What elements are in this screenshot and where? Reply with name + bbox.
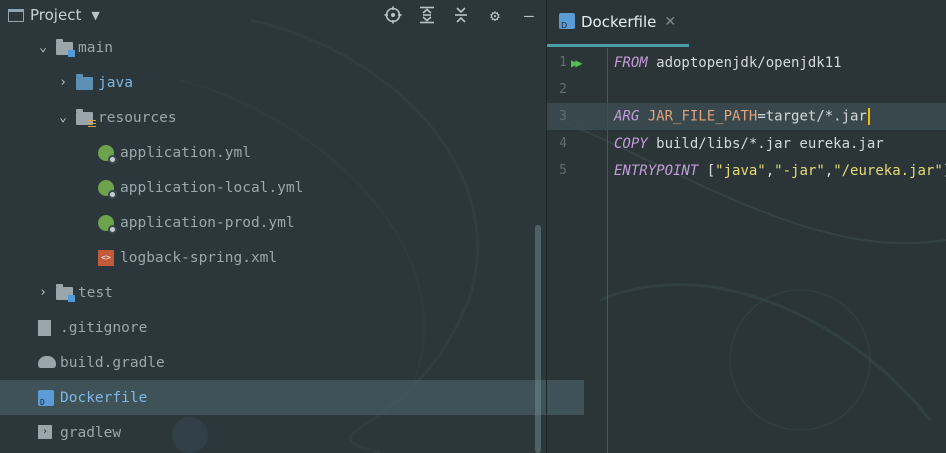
spring-yml-icon [98, 144, 117, 164]
tree-item-label: application.yml [120, 144, 251, 161]
tree-item-label: resources [98, 109, 177, 126]
tree-item-label: logback-spring.xml [120, 249, 278, 266]
text-cursor [867, 108, 870, 125]
code-line-4[interactable]: 4 COPY build/libs/*.jar eureka.jar [547, 130, 946, 157]
code-text: ARG JAR_FILE_PATH=target/*.jar [614, 108, 870, 125]
chevron-down-icon[interactable]: ⌄ [36, 40, 50, 55]
crosshair-icon [384, 6, 402, 24]
expand-all-icon [420, 6, 434, 24]
settings-button[interactable]: ⚙ [478, 0, 512, 30]
line-number: 5 [559, 163, 567, 178]
tab-label: Dockerfile [581, 13, 657, 31]
line-number: 3 [559, 109, 567, 124]
line-number: 4 [559, 136, 567, 151]
tree-item-main[interactable]: ⌄ main [0, 30, 582, 65]
docker-file-icon [38, 389, 56, 407]
hide-panel-button[interactable]: — [512, 0, 546, 30]
project-panel-header: Project ▼ ⚙ — [0, 0, 546, 30]
tree-item-gradlew[interactable]: › gradlew [0, 415, 584, 450]
tree-item-dockerfile[interactable]: Dockerfile [0, 380, 584, 415]
editor-pane: Dockerfile ✕ 1 ▶▶ FROM adoptopenjdk/open… [547, 0, 946, 453]
code-line-1[interactable]: 1 ▶▶ FROM adoptopenjdk/openjdk11 [547, 49, 946, 76]
tree-item-label: Dockerfile [60, 389, 148, 406]
tab-dockerfile[interactable]: Dockerfile ✕ [547, 0, 689, 47]
chevron-down-icon: ▼ [91, 8, 100, 22]
code-line-3[interactable]: 3 ARG JAR_FILE_PATH=target/*.jar [547, 103, 946, 130]
tree-item-label: gradlew [60, 424, 122, 441]
tree-item-label: application-local.yml [120, 179, 304, 196]
spring-yml-icon [98, 214, 117, 234]
minimize-icon: — [524, 5, 534, 25]
tree-item-label: application-prod.yml [120, 214, 295, 231]
spring-yml-icon [98, 179, 117, 199]
close-icon[interactable]: ✕ [664, 14, 676, 30]
code-line-5[interactable]: 5 ENTRYPOINT ["java","-jar","/eureka.jar… [547, 157, 946, 184]
code-line-2[interactable]: 2 [547, 76, 946, 103]
run-gutter-icon[interactable]: ▶▶ [571, 56, 583, 70]
project-panel: Project ▼ ⚙ — ⌄ main › java ⌄ resources … [0, 0, 584, 453]
docker-file-icon [559, 13, 575, 30]
project-window-icon [8, 8, 24, 22]
code-text: FROM adoptopenjdk/openjdk11 [614, 54, 842, 71]
tree-item-label: main [78, 39, 113, 56]
collapse-all-button[interactable] [444, 0, 478, 30]
tree-item-label: test [78, 284, 113, 301]
tree-item-label: .gitignore [60, 319, 148, 336]
tree-item-resources[interactable]: ⌄ resources [0, 100, 602, 135]
tree-item-label: java [98, 74, 133, 91]
tree-item-gitignore[interactable]: .gitignore [0, 310, 584, 345]
project-view-selector[interactable]: Project ▼ [0, 0, 100, 30]
xml-file-icon: <> [98, 249, 116, 267]
chevron-right-icon[interactable]: › [36, 285, 50, 300]
tree-item-label: build.gradle [60, 354, 165, 371]
locate-file-button[interactable] [376, 0, 410, 30]
resources-folder-icon [76, 108, 96, 128]
line-number: 1 [559, 55, 567, 70]
chevron-right-icon[interactable]: › [56, 75, 70, 90]
gradle-elephant-icon [38, 354, 56, 372]
tree-item-build-gradle[interactable]: build.gradle [0, 345, 584, 380]
vertical-scrollbar[interactable] [535, 225, 541, 453]
source-folder-icon [56, 38, 75, 57]
editor-tab-bar: Dockerfile ✕ [547, 0, 946, 47]
expand-all-button[interactable] [410, 0, 444, 30]
project-title: Project [30, 6, 82, 24]
line-number: 2 [559, 82, 567, 97]
code-text: ENTRYPOINT ["java","-jar","/eureka.jar"] [614, 162, 946, 179]
terminal-script-icon: › [38, 424, 56, 442]
collapse-all-icon [455, 7, 467, 23]
tree-item-test[interactable]: › test [0, 275, 582, 310]
gitignore-file-icon [38, 319, 56, 337]
tree-item-java[interactable]: › java [0, 65, 602, 100]
test-folder-icon [56, 283, 75, 302]
code-text: COPY build/libs/*.jar eureka.jar [614, 135, 884, 152]
chevron-down-icon[interactable]: ⌄ [56, 110, 70, 125]
project-header-actions: ⚙ — [376, 0, 546, 30]
folder-icon [76, 73, 94, 92]
gear-icon: ⚙ [490, 5, 500, 25]
